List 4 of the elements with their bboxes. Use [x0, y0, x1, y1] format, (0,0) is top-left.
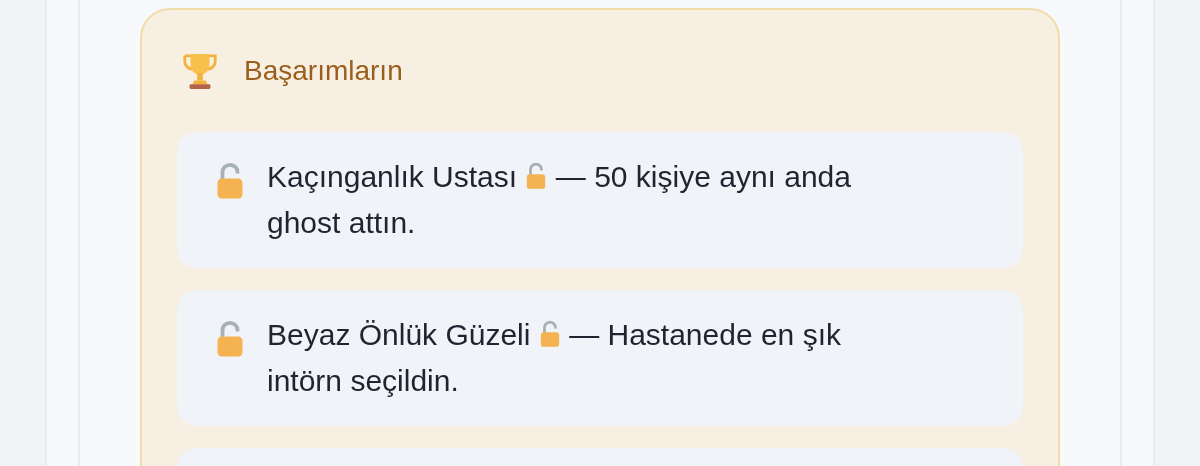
achievement-text: Beyaz Önlük Güzeli — Hastanede en şık intörn seçildin. [267, 317, 842, 399]
trophy-icon [181, 52, 219, 90]
section-title: Başarımların [244, 54, 403, 88]
achievement-text: Kaçınganlık Ustası — 50 kişiye aynı anda ghost attın. [267, 159, 852, 241]
